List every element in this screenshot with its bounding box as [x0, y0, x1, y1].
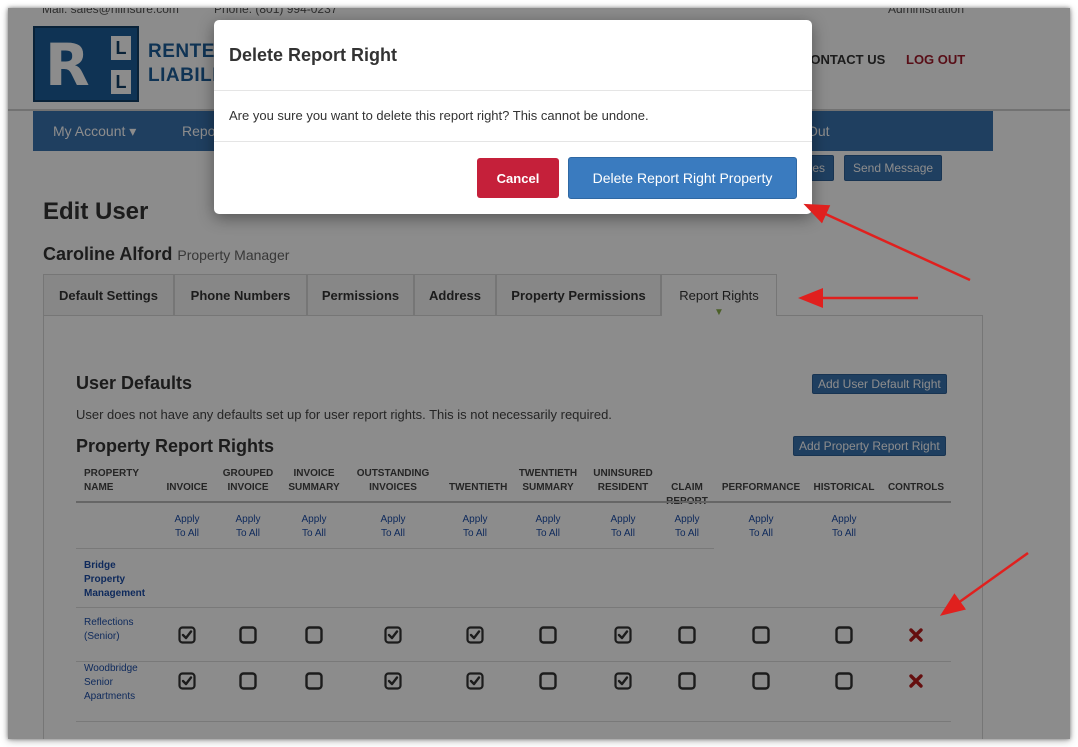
delete-report-right-property-button[interactable]: Delete Report Right Property	[568, 157, 797, 199]
dialog-message: Are you sure you want to delete this rep…	[229, 108, 649, 123]
delete-report-right-dialog: Delete Report Right Are you sure you wan…	[214, 20, 812, 214]
browser-frame: Mail: sales@rllinsure.com Phone: (801) 9…	[8, 8, 1070, 739]
dialog-footer-divider	[214, 141, 812, 142]
dialog-header-divider	[214, 90, 812, 91]
cancel-button[interactable]: Cancel	[477, 158, 559, 198]
dialog-title: Delete Report Right	[229, 45, 398, 65]
